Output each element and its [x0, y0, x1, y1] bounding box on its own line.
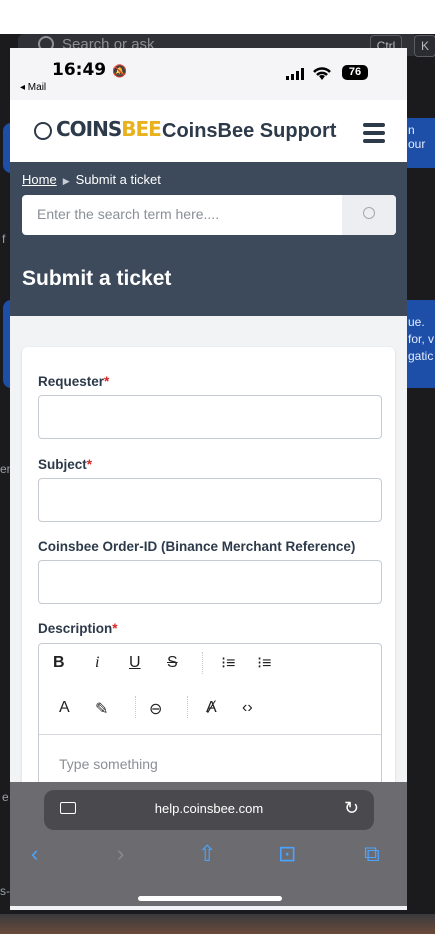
subject-field[interactable] — [38, 478, 382, 522]
search-icon — [363, 207, 375, 219]
safari-nav: ‹ › ⇧ ⊡ ⧉ — [10, 841, 407, 871]
address-bar[interactable]: help.coinsbee.com ↻ — [44, 790, 374, 830]
background-bottom — [0, 914, 435, 934]
toolbar-divider — [202, 652, 203, 674]
subject-label: Subject* — [38, 457, 93, 472]
search-input[interactable]: Enter the search term here.... — [22, 195, 396, 235]
home-indicator — [138, 896, 282, 901]
mute-icon: 🔕 — [112, 64, 127, 78]
menu-icon[interactable] — [363, 123, 385, 143]
chevron-right-icon: ▶ — [62, 176, 70, 186]
status-time: 16:49 🔕 — [52, 60, 127, 80]
text-color-icon[interactable]: A — [59, 699, 70, 717]
toolbar-divider — [39, 734, 381, 735]
background-top — [0, 0, 435, 34]
background-text: gatic — [408, 349, 434, 363]
site-title[interactable]: CoinsBee Support — [162, 120, 336, 143]
phone-screen: 16:49 🔕 ◂ Mail 76 COINSBEE CoinsBee Supp… — [10, 48, 407, 910]
tabs-icon[interactable]: ⧉ — [364, 841, 380, 867]
share-icon[interactable]: ⇧ — [198, 841, 216, 867]
highlight-icon[interactable]: ✎ — [95, 699, 108, 719]
order-id-field[interactable] — [38, 560, 382, 604]
code-icon[interactable]: ‹› — [242, 699, 253, 717]
background-bubble: ue. for, v gatic — [405, 300, 435, 388]
address-url: help.coinsbee.com — [154, 801, 264, 816]
reload-icon[interactable]: ↻ — [344, 798, 359, 819]
wifi-icon — [313, 67, 331, 80]
requester-field[interactable] — [38, 395, 382, 439]
battery-icon: 76 — [342, 65, 368, 80]
description-label: Description* — [38, 621, 118, 636]
background-text: f — [2, 232, 6, 246]
clear-format-icon[interactable]: Ⱥ — [206, 699, 217, 717]
page-title: Submit a ticket — [22, 267, 172, 290]
breadcrumb-home-link[interactable]: Home — [22, 172, 57, 187]
bold-button[interactable]: B — [53, 654, 65, 672]
breadcrumb: Home ▶ Submit a ticket — [22, 172, 161, 187]
bookmarks-icon[interactable]: ⊡ — [278, 841, 296, 867]
ordered-list-icon[interactable]: ⁝≡ — [221, 653, 235, 673]
key-k: K — [414, 35, 435, 57]
underline-button[interactable]: U — [129, 654, 141, 672]
toolbar-divider — [187, 696, 188, 718]
editor-placeholder: Type something — [59, 756, 158, 772]
background-text: s- — [0, 884, 10, 898]
background-text: ue. — [408, 315, 425, 329]
forward-icon: › — [117, 841, 125, 866]
coinsbee-logo-icon — [34, 122, 52, 140]
link-icon[interactable]: ⊖ — [149, 699, 162, 719]
search-button[interactable] — [342, 195, 396, 235]
background-bubble: n our — [405, 118, 435, 168]
bulleted-list-icon[interactable]: ⁝≡ — [257, 653, 271, 673]
background-text: for, v — [408, 332, 435, 346]
coinsbee-logo[interactable]: COINSBEE — [56, 117, 162, 141]
italic-button[interactable]: i — [95, 654, 99, 672]
breadcrumb-current: Submit a ticket — [75, 172, 161, 187]
order-id-label: Coinsbee Order-ID (Binance Merchant Refe… — [38, 539, 356, 554]
signal-icon — [286, 68, 304, 80]
back-to-mail-link[interactable]: ◂ Mail — [20, 82, 46, 93]
requester-label: Requester* — [38, 374, 110, 389]
back-icon[interactable]: ‹ — [31, 841, 38, 867]
strikethrough-button[interactable]: S — [167, 654, 178, 672]
toolbar-divider — [135, 696, 136, 718]
background-text: n our — [408, 123, 426, 151]
search-placeholder: Enter the search term here.... — [37, 206, 220, 222]
